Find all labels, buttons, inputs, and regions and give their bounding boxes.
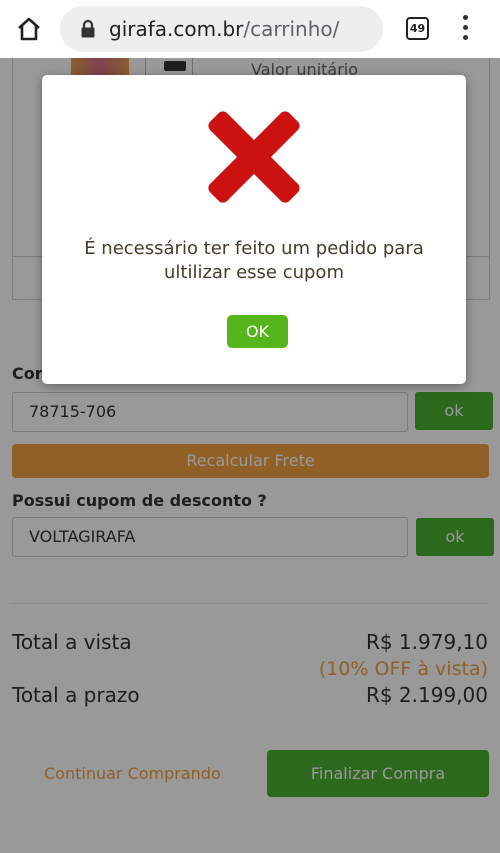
tab-count-button[interactable]: 49 <box>406 17 429 40</box>
error-x-icon <box>208 111 300 203</box>
error-dialog: É necessário ter feito um pedido para ul… <box>42 75 466 384</box>
dialog-message: É necessário ter feito um pedido para ul… <box>84 238 424 283</box>
url-text: girafa.com.br/carrinho/ <box>109 17 339 41</box>
lock-icon <box>80 19 96 39</box>
url-domain: girafa.com.br <box>109 17 244 41</box>
address-bar[interactable]: girafa.com.br/carrinho/ <box>60 6 383 52</box>
browser-toolbar: girafa.com.br/carrinho/ 49 <box>0 0 500 58</box>
more-menu-icon[interactable] <box>458 15 472 43</box>
dialog-ok-button[interactable]: OK <box>227 315 288 348</box>
home-icon[interactable] <box>14 14 44 44</box>
url-path: /carrinho/ <box>243 17 340 41</box>
